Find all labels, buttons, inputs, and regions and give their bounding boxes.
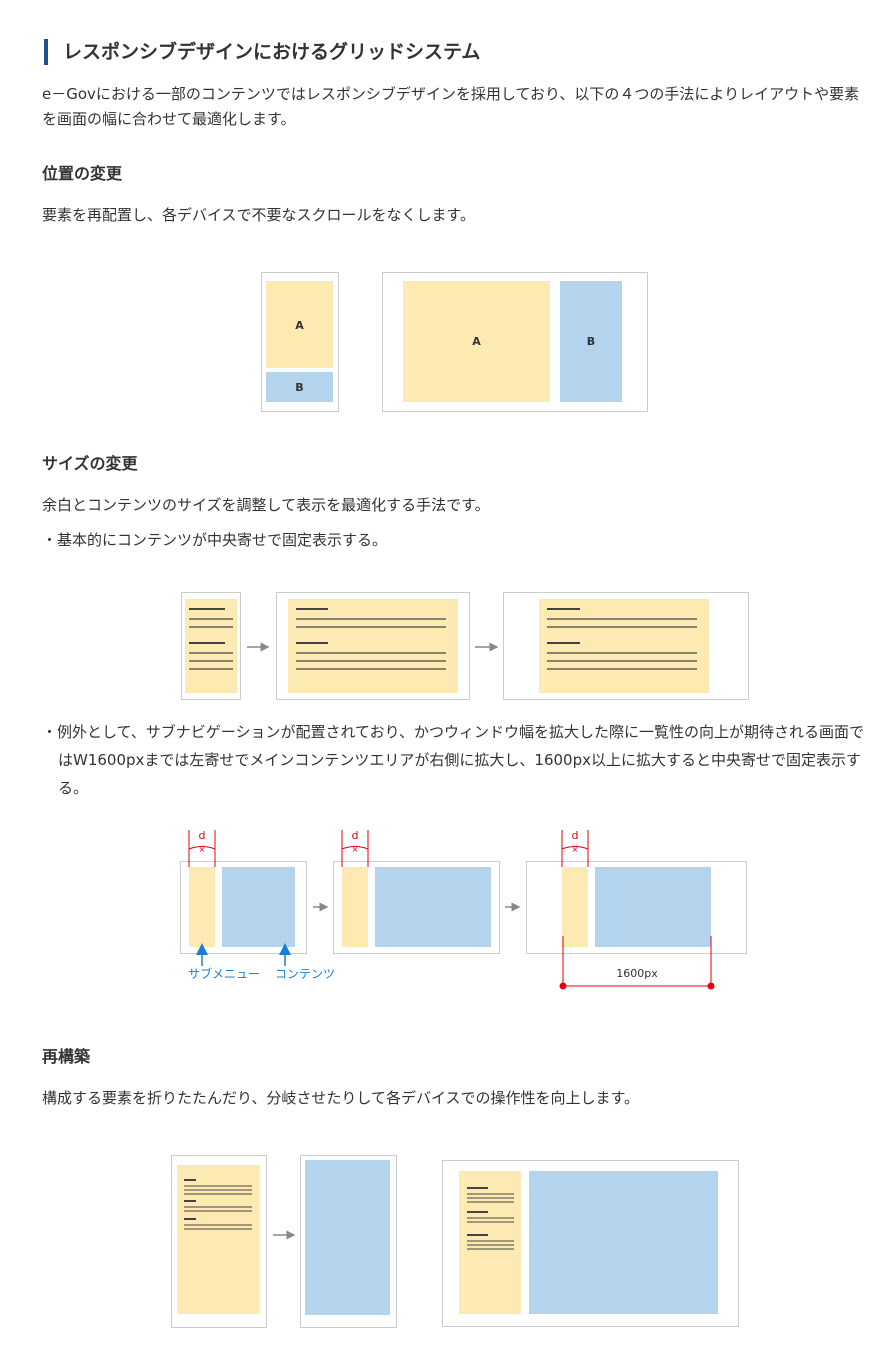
medium-frame — [276, 592, 470, 700]
label-b-desktop: B — [587, 335, 595, 348]
heading-size-change: サイズの変更 — [42, 454, 138, 473]
d-label: d — [352, 829, 359, 842]
heading-rebuild: 再構築 — [42, 1047, 91, 1066]
page-title: レスポンシブデザインにおけるグリッドシステム — [44, 39, 864, 65]
label-b-mobile: B — [295, 381, 303, 394]
desktop-rebuild-frame — [442, 1160, 739, 1327]
size-description: 余白とコンテンツのサイズを調整して表示を最適化する手法です。 — [42, 496, 490, 514]
mobile-content-frame — [300, 1155, 397, 1328]
width-1600-label: 1600px — [616, 967, 658, 980]
submenu-block — [189, 867, 215, 947]
frame-large: d × 1600px — [526, 829, 747, 990]
desktop-frame: A B — [382, 272, 648, 412]
d-label: d — [572, 829, 579, 842]
submenu-label: サブメニュー — [188, 966, 260, 981]
rebuild-diagram — [171, 1155, 739, 1328]
large-frame — [503, 592, 749, 700]
svg-text:×: × — [199, 845, 206, 854]
intro-text: e－Govにおける一部のコンテンツではレスポンシブデザインを採用しており、以下の… — [42, 85, 860, 128]
size-bullet-1: ・基本的にコンテンツが中央寄せで固定表示する。 — [42, 531, 388, 549]
heading-position-change: 位置の変更 — [42, 164, 123, 183]
label-a-mobile: A — [295, 319, 304, 332]
frame-small: d × — [180, 829, 307, 954]
d-label: d — [199, 829, 206, 842]
svg-text:×: × — [572, 845, 579, 854]
contents-block — [222, 867, 295, 947]
mobile-menu-frame — [171, 1155, 267, 1328]
rebuild-description: 構成する要素を折りたたんだり、分岐させたりして各デバイスでの操作性を向上します。 — [42, 1089, 640, 1107]
size-bullet-2: ・例外として、サブナビゲーションが配置されており、かつウィンドウ幅を拡大した際に… — [42, 723, 865, 797]
small-frame — [181, 592, 241, 700]
size-centered-diagram — [181, 592, 749, 700]
mobile-frame: A B — [261, 272, 339, 412]
frame-medium: d × — [333, 829, 500, 954]
label-a-desktop: A — [472, 335, 481, 348]
position-change-diagram: A B A B — [261, 272, 648, 412]
contents-label: コンテンツ — [275, 967, 335, 981]
svg-text:×: × — [352, 845, 359, 854]
size-left-aligned-diagram: d × d × d × 1600px サブメニュー コンテンツ — [180, 829, 747, 990]
position-description: 要素を再配置し、各デバイスで不要なスクロールをなくします。 — [42, 206, 476, 224]
